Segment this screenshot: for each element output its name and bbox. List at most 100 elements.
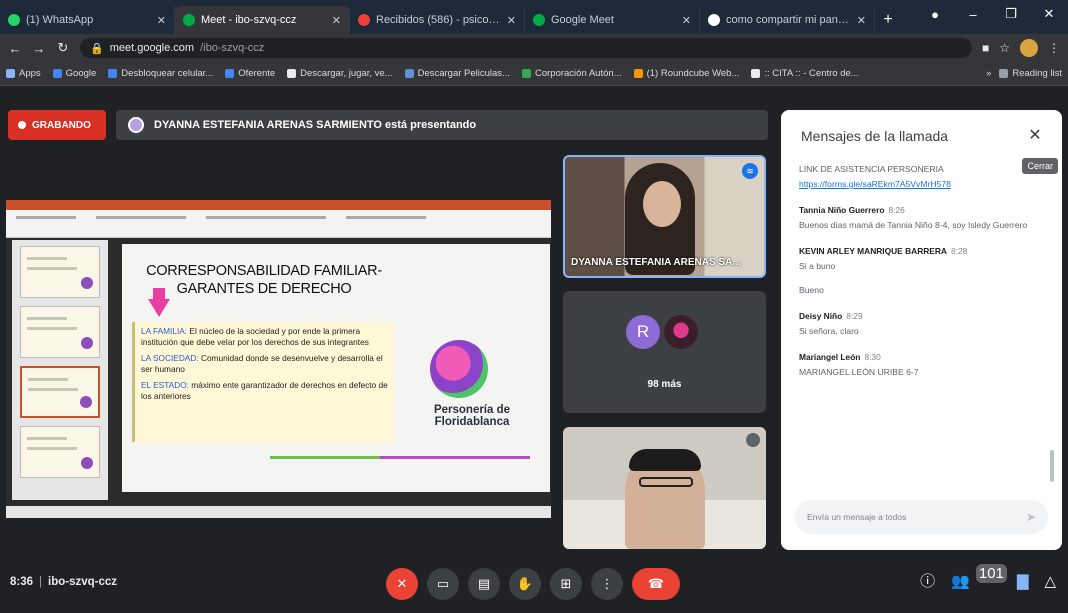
- chat-input[interactable]: Envía un mensaje a todos ➤: [795, 500, 1048, 534]
- mic-off-icon[interactable]: ✕: [386, 568, 418, 600]
- slide-title: CORRESPONSABILIDAD FAMILIAR- GARANTES DE…: [146, 263, 382, 297]
- bookmark-corporacion[interactable]: Corporación Autón...: [521, 68, 622, 79]
- bookmark-google[interactable]: Google: [52, 68, 97, 79]
- tab-whatsapp[interactable]: (1) WhatsApp ✕: [0, 6, 175, 34]
- reload-icon[interactable]: ↻: [56, 40, 70, 56]
- powerpoint-ribbon: [6, 210, 551, 238]
- message-body: Si a buno Bueno: [799, 261, 836, 295]
- profile-icon[interactable]: ●: [916, 0, 954, 28]
- bookmark-label: Descargar, jugar, ve...: [300, 68, 393, 79]
- participant-face: [643, 181, 681, 227]
- menu-kebab-icon[interactable]: ⋮: [1048, 41, 1060, 55]
- google-icon: [287, 69, 297, 78]
- tab-meet[interactable]: Meet - ibo-szvq-ccz ✕: [175, 6, 350, 34]
- send-icon[interactable]: ➤: [1026, 510, 1036, 524]
- bookmark-apps[interactable]: Apps: [6, 68, 41, 79]
- tab-gmail[interactable]: Recibidos (586) - psicogame ✕: [350, 6, 525, 34]
- url-field[interactable]: 🔒 meet.google.com/ibo-szvq-ccz: [80, 38, 972, 58]
- close-icon[interactable]: ✕: [1022, 122, 1048, 148]
- meeting-controls-bar: 8:36 | ibo-szvq-ccz ✕ ▭ ▤ ✋ ⊞ ⋮ ☎ ⓘ 👥 101 ▇…: [0, 558, 1068, 613]
- more-options-icon[interactable]: ⋮: [591, 568, 623, 600]
- message-body: Si señora, claro: [799, 326, 859, 336]
- meeting-time: 8:36: [10, 576, 34, 588]
- author-name: Deisy Niño: [799, 311, 843, 321]
- message-author: Tannia Niño Guerrero 8:26: [799, 204, 1034, 216]
- close-window-button[interactable]: ✕: [1030, 0, 1068, 28]
- bookmark-label: :: CITA :: - Centro de...: [764, 68, 859, 79]
- camera-indicator-icon[interactable]: ■: [982, 41, 989, 55]
- participants-count-badge: 101: [975, 563, 1007, 583]
- bookmark-descargar-jugar[interactable]: Descargar, jugar, ve...: [287, 68, 393, 79]
- tab-close-icon[interactable]: ✕: [682, 14, 691, 27]
- people-icon[interactable]: 👥 101: [951, 563, 1007, 590]
- new-tab-button[interactable]: +: [875, 6, 901, 34]
- bookmark-roundcube[interactable]: (1) Roundcube Web...: [633, 68, 740, 79]
- chat-icon[interactable]: ▇: [1017, 572, 1029, 590]
- bookmark-label: Google: [65, 68, 97, 79]
- camera-icon[interactable]: ▭: [427, 568, 459, 600]
- globe-icon: [225, 69, 235, 78]
- bookmark-oferente[interactable]: Oferente: [225, 68, 275, 79]
- separator: |: [39, 576, 43, 588]
- tab-close-icon[interactable]: ✕: [157, 14, 166, 27]
- captions-icon[interactable]: ▤: [468, 568, 500, 600]
- end-call-icon[interactable]: ☎: [632, 568, 680, 600]
- globe-icon: [521, 69, 531, 78]
- participant-tile-others[interactable]: R 98 más: [563, 291, 766, 413]
- window-controls: ● – ❐ ✕: [916, 0, 1068, 28]
- author-name: Tannia Niño Guerrero: [799, 205, 885, 215]
- minimize-button[interactable]: –: [954, 0, 992, 28]
- powerpoint-titlebar: [6, 200, 551, 210]
- slide-thumbnail: [20, 306, 100, 358]
- bookmark-label: Oferente: [238, 68, 276, 79]
- participant-avatar-image: [664, 315, 698, 349]
- slide-thumbnails: [12, 240, 108, 500]
- reading-list-icon: [999, 69, 1009, 78]
- forward-icon[interactable]: →: [32, 41, 46, 56]
- chat-scrollbar[interactable]: [1050, 450, 1054, 482]
- meet-icon: [183, 14, 195, 26]
- chat-message: Mariangel León 8:30 MARIANGEL LEÓN URIBE …: [799, 351, 1034, 378]
- participant-tile-self[interactable]: [563, 427, 766, 549]
- url-host: meet.google.com: [109, 42, 195, 54]
- info-icon[interactable]: ⓘ: [920, 570, 935, 591]
- more-bookmarks-icon[interactable]: »: [986, 68, 991, 79]
- tab-close-icon[interactable]: ✕: [507, 14, 516, 27]
- ribbon-group: [96, 216, 186, 219]
- thumb-line: [28, 388, 78, 391]
- bookmark-label: Apps: [19, 68, 41, 79]
- participant-tile-presenter[interactable]: ≋ DYANNA ESTEFANIA ARENAS SA...: [563, 155, 766, 278]
- profile-avatar[interactable]: [1020, 39, 1038, 57]
- message-link[interactable]: https://forms.gle/saREkm7A5VvMrH578: [799, 178, 1034, 190]
- present-screen-icon[interactable]: ⊞: [550, 568, 582, 600]
- slide-item-key: LA SOCIEDAD:: [141, 353, 199, 363]
- tab-close-icon[interactable]: ✕: [332, 14, 341, 27]
- reading-list[interactable]: Reading list: [999, 68, 1062, 79]
- personeria-logo: [430, 340, 488, 398]
- bookmark-cita[interactable]: :: CITA :: - Centro de...: [751, 68, 859, 79]
- participant-name: DYANNA ESTEFANIA ARENAS SA...: [571, 257, 741, 268]
- bookmark-label: (1) Roundcube Web...: [646, 68, 740, 79]
- recording-badge[interactable]: GRABANDO: [8, 110, 106, 140]
- participant-hair: [629, 449, 701, 471]
- decor-bar: [380, 456, 530, 459]
- more-participants-label: 98 más: [647, 379, 682, 390]
- chat-input-placeholder: Envía un mensaje a todos: [807, 512, 907, 522]
- bookmark-star-icon[interactable]: ☆: [999, 41, 1010, 55]
- thumb-line: [27, 317, 67, 320]
- bookmark-desbloquear[interactable]: Desbloquear celular...: [108, 68, 213, 79]
- bookmark-label: Desbloquear celular...: [121, 68, 214, 79]
- slide-item: LA FAMILIA: El núcleo de la sociedad y p…: [141, 326, 388, 348]
- tab-close-icon[interactable]: ✕: [857, 14, 866, 27]
- raise-hand-icon[interactable]: ✋: [509, 568, 541, 600]
- slide-brand-text: Personería de Floridablanca: [433, 404, 511, 428]
- activities-icon[interactable]: △: [1044, 572, 1056, 590]
- message-time: 8:29: [846, 311, 863, 321]
- tab-google-meet[interactable]: Google Meet ✕: [525, 6, 700, 34]
- tab-google-search[interactable]: como compartir mi pantalla ✕: [700, 6, 875, 34]
- meet-icon: [533, 14, 545, 26]
- maximize-button[interactable]: ❐: [992, 0, 1030, 28]
- back-icon[interactable]: ←: [8, 41, 22, 56]
- bookmark-descargar-peliculas[interactable]: Descargar Peliculas...: [404, 68, 510, 79]
- thumb-logo: [81, 457, 93, 469]
